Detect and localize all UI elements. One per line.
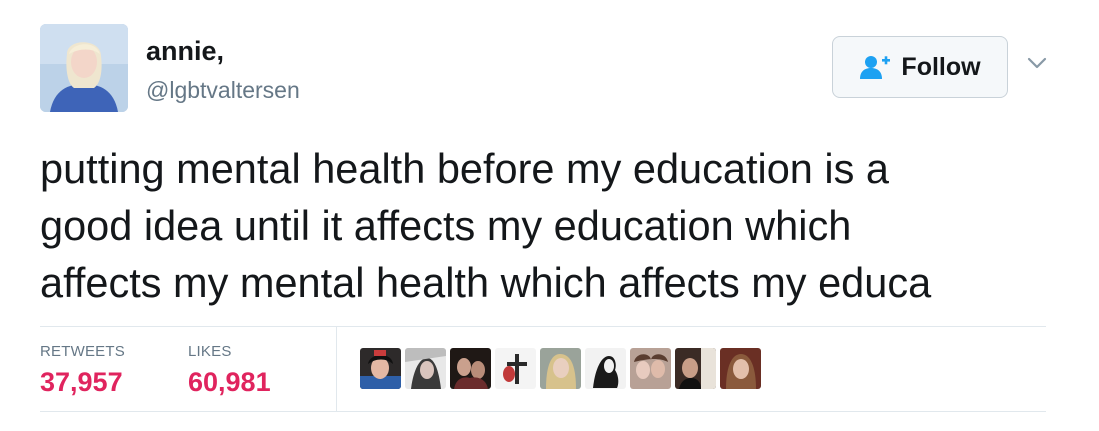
author-avatar[interactable]	[40, 24, 128, 112]
tweet-text-line: putting mental health before my educatio…	[40, 145, 889, 192]
add-user-icon	[860, 56, 891, 79]
retweets-count: 37,957	[40, 367, 123, 397]
liker-avatar[interactable]	[405, 348, 446, 389]
stats-top-divider	[40, 326, 1046, 327]
likes-count: 60,981	[188, 367, 271, 397]
liker-avatar[interactable]	[495, 348, 536, 389]
liker-avatar[interactable]	[720, 348, 761, 389]
liker-avatar[interactable]	[450, 348, 491, 389]
likes-label: LIKES	[188, 343, 232, 360]
liker-avatar[interactable]	[360, 348, 401, 389]
author-handle[interactable]: @lgbtvaltersen	[146, 77, 300, 104]
tweet-text-line: affects my mental health which affects m…	[40, 259, 932, 306]
liker-avatar[interactable]	[675, 348, 716, 389]
follow-button[interactable]: Follow	[832, 36, 1008, 98]
liker-avatar[interactable]	[540, 348, 581, 389]
likes-stat[interactable]: LIKES 60,981	[188, 343, 271, 398]
liker-avatar[interactable]	[585, 348, 626, 389]
stats-vertical-divider	[336, 327, 337, 411]
likers-avatars	[360, 348, 761, 392]
stats-bottom-divider	[40, 411, 1046, 412]
chevron-down-icon[interactable]	[1026, 52, 1048, 74]
retweets-label: RETWEETS	[40, 343, 125, 360]
author-name[interactable]: annie,	[146, 36, 224, 67]
liker-avatar[interactable]	[630, 348, 671, 389]
tweet-text-line: good idea until it affects my education …	[40, 202, 852, 249]
retweets-stat[interactable]: RETWEETS 37,957	[40, 343, 125, 398]
follow-label: Follow	[901, 52, 981, 81]
tweet-text: putting mental health before my educatio…	[40, 140, 1080, 311]
